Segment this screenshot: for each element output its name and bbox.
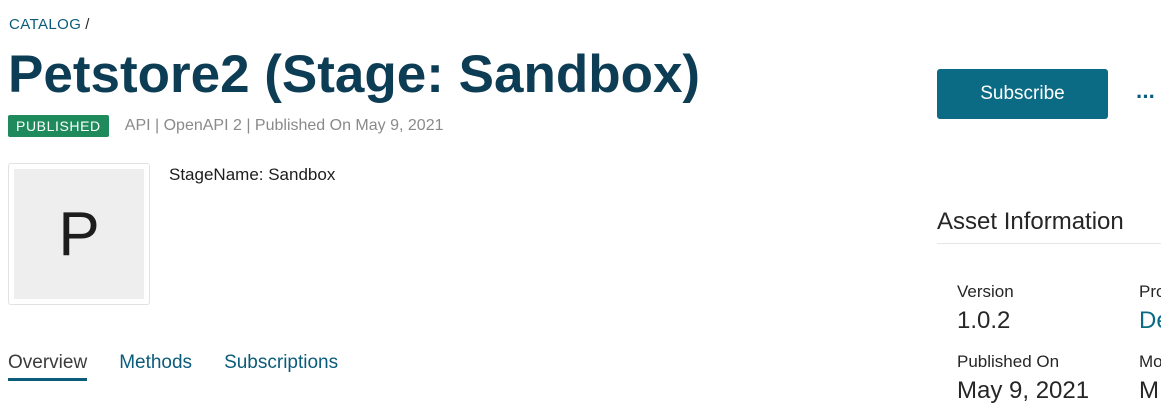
more-options-icon[interactable]: ··· <box>1136 84 1156 110</box>
asset-info-col2-link-1[interactable]: De <box>1139 307 1161 335</box>
tab-overview[interactable]: Overview <box>8 352 88 381</box>
thumbnail-letter: P <box>14 169 144 299</box>
published-on-label: Published On <box>957 352 1060 371</box>
status-badge: PUBLISHED <box>8 115 109 137</box>
breadcrumb: CATALOG / <box>9 16 90 33</box>
published-on-value: May 9, 2021 <box>957 377 1090 404</box>
asset-info-divider <box>937 243 1161 244</box>
asset-meta-text: API | OpenAPI 2 | Published On May 9, 20… <box>124 117 444 134</box>
asset-thumbnail: P <box>8 163 150 305</box>
version-value: 1.0.2 <box>957 307 1011 334</box>
tab-methods[interactable]: Methods <box>119 352 192 381</box>
asset-info-title: Asset Information <box>937 208 1124 235</box>
version-label: Version <box>957 282 1014 301</box>
asset-info-col2-label-1: Pro <box>1139 282 1161 301</box>
breadcrumb-catalog-link[interactable]: CATALOG <box>9 16 81 33</box>
tab-subscriptions[interactable]: Subscriptions <box>224 352 338 381</box>
tab-bar: Overview Methods Subscriptions <box>8 352 370 381</box>
asset-description: StageName: Sandbox <box>169 165 336 184</box>
subscribe-button[interactable]: Subscribe <box>937 69 1108 119</box>
page-title: Petstore2 (Stage: Sandbox) <box>8 45 701 104</box>
meta-row: PUBLISHED API | OpenAPI 2 | Published On… <box>8 115 443 137</box>
asset-info-col2-value-2: M <box>1139 377 1159 404</box>
asset-info-col2-label-2: Mo <box>1139 352 1161 371</box>
breadcrumb-separator: / <box>85 16 90 33</box>
